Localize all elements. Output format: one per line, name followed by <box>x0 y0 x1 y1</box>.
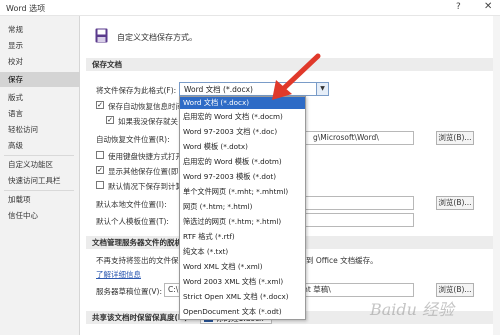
format-option[interactable]: 纯文本 (*.txt) <box>180 246 305 258</box>
browse-draft-button[interactable]: 浏览(B)... <box>436 283 474 297</box>
format-option[interactable]: 筛选过的网页 (*.htm; *.html) <box>180 216 305 228</box>
sidebar-item-general[interactable]: 常规 <box>0 22 80 37</box>
format-option[interactable]: Word XML 文档 (*.xml) <box>180 261 305 273</box>
baidu-watermark: Baidu 经验 <box>370 300 455 319</box>
save-disk-icon <box>95 28 108 43</box>
save-format-value: Word 文档 (*.docx) <box>184 85 253 94</box>
format-option[interactable]: 单个文件网页 (*.mht; *.mhtml) <box>180 186 305 198</box>
window-title: Word 选项 <box>6 4 46 13</box>
sidebar-item-trust-center[interactable]: 信任中心 <box>0 208 80 223</box>
format-label: 将文件保存为此格式(F): <box>96 86 177 95</box>
sidebar-divider <box>4 155 74 156</box>
default-pc-checkbox[interactable] <box>96 181 104 189</box>
server-desc-left: 不再支持将签出的文件保 <box>96 256 179 265</box>
keep-last-label: 如果我没保存就关 <box>118 117 178 126</box>
server-desc-right: 到 Office 文档缓存。 <box>306 256 378 265</box>
autosave-checkbox[interactable]: ✓ <box>96 101 104 109</box>
default-pc-label: 默认情况下保存到计算 <box>108 182 183 191</box>
browse-local-button[interactable]: 浏览(B)... <box>436 196 474 210</box>
shortcut-checkbox[interactable] <box>96 151 104 159</box>
format-option[interactable]: OpenDocument 文本 (*.odt) <box>180 306 305 318</box>
format-option[interactable]: Word 97-2003 模板 (*.dot) <box>180 171 305 183</box>
close-icon[interactable]: ✕ <box>484 1 492 12</box>
format-option[interactable]: Word 模板 (*.dotx) <box>180 141 305 153</box>
autorecover-label: 自动恢复文件位置(R): <box>96 135 170 144</box>
show-more-checkbox[interactable]: ✓ <box>96 166 104 174</box>
browse-autorecover-button[interactable]: 浏览(B)... <box>436 131 474 145</box>
sidebar-item-display[interactable]: 显示 <box>0 38 80 53</box>
local-location-label: 默认本地文件位置(I): <box>96 200 167 209</box>
sidebar-item-quick-access[interactable]: 快速访问工具栏 <box>0 173 80 188</box>
learn-more-link[interactable]: 了解详细信息 <box>96 269 141 280</box>
autosave-label: 保存自动恢复信息时间 <box>108 102 183 111</box>
options-sidebar: 常规 显示 校对 保存 版式 语言 轻松访问 高级 自定义功能区 快速访问工具栏… <box>0 16 80 335</box>
help-icon[interactable]: ? <box>456 2 461 12</box>
format-option[interactable]: 启用宏的 Word 模板 (*.dotm) <box>180 156 305 168</box>
format-option[interactable]: RTF 格式 (*.rtf) <box>180 231 305 243</box>
shortcut-label: 使用键盘快捷方式打开 <box>108 152 183 161</box>
sidebar-item-accessibility[interactable]: 轻松访问 <box>0 122 80 137</box>
keep-last-checkbox[interactable]: ✓ <box>106 116 114 124</box>
page-description: 自定义文档保存方式。 <box>117 33 197 42</box>
sidebar-item-advanced[interactable]: 高级 <box>0 138 80 153</box>
sidebar-item-layout[interactable]: 版式 <box>0 90 80 105</box>
show-more-label: 显示其他保存位置(即 <box>108 167 179 176</box>
title-bar: Word 选项 ? ✕ <box>0 0 500 16</box>
format-option[interactable]: 网页 (*.htm; *.html) <box>180 201 305 213</box>
format-option[interactable]: Word 2003 XML 文档 (*.xml) <box>180 276 305 288</box>
sidebar-item-addins[interactable]: 加载项 <box>0 192 80 207</box>
sidebar-item-proofing[interactable]: 校对 <box>0 54 80 69</box>
draft-location-label: 服务器草稿位置(V): <box>96 287 163 296</box>
sidebar-item-save[interactable]: 保存 <box>0 72 80 87</box>
save-format-dropdown: Word 文档 (*.docx) 启用宏的 Word 文档 (*.docm) W… <box>179 96 306 320</box>
format-option[interactable]: Strict Open XML 文档 (*.docx) <box>180 291 305 303</box>
format-option[interactable]: 启用宏的 Word 文档 (*.docm) <box>180 111 305 123</box>
format-option[interactable]: Word 97-2003 文档 (*.doc) <box>180 126 305 138</box>
sidebar-divider <box>4 190 74 191</box>
sidebar-item-language[interactable]: 语言 <box>0 106 80 121</box>
personal-template-label: 默认个人模板位置(T): <box>96 217 169 226</box>
sidebar-item-customize-ribbon[interactable]: 自定义功能区 <box>0 157 80 172</box>
vertical-scrollbar[interactable] <box>493 16 500 335</box>
red-annotation-arrow-icon <box>272 53 321 100</box>
